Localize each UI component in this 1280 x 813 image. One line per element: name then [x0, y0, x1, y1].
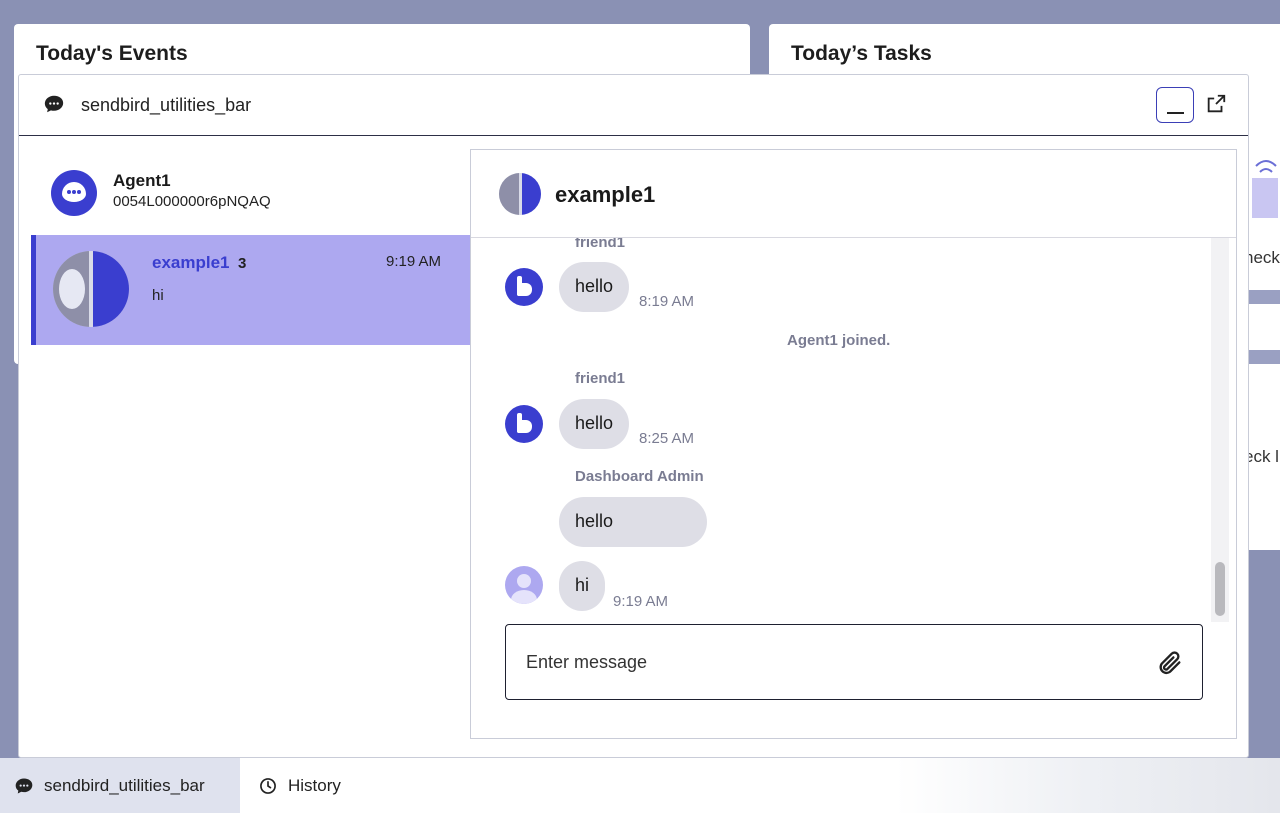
minimize-icon — [1167, 112, 1184, 114]
agent-profile: Agent1 0054L000000r6pNQAQ — [51, 167, 471, 227]
utility-tab-sendbird[interactable]: sendbird_utilities_bar — [0, 758, 240, 813]
scrollbar-thumb[interactable] — [1215, 562, 1225, 616]
utility-tab-label: sendbird_utilities_bar — [44, 775, 205, 795]
message-scrollbar[interactable] — [1211, 238, 1229, 622]
unread-count: 3 — [238, 255, 247, 272]
channel-name: example1 — [152, 253, 230, 272]
message-time: 8:19 AM — [639, 293, 695, 310]
sender-avatar — [505, 268, 543, 306]
message-bubble: hi — [559, 561, 606, 611]
agent-name: Agent1 — [113, 171, 171, 190]
chat-icon — [15, 778, 33, 793]
background-partial-text: eck l — [1244, 447, 1279, 466]
chat-bubble-icon — [62, 182, 86, 202]
sender-avatar — [505, 405, 543, 443]
popout-icon[interactable] — [1205, 93, 1227, 115]
events-card-title: Today's Events — [36, 42, 188, 65]
background-divider — [1248, 290, 1280, 304]
utility-tab-label: History — [288, 775, 341, 795]
message-input[interactable] — [526, 647, 1126, 677]
message-sender: friend1 — [575, 238, 626, 251]
message-sender: Dashboard Admin — [575, 468, 704, 485]
message-time: 9:19 AM — [613, 593, 669, 610]
agent-avatar — [51, 170, 97, 216]
message-input-box[interactable] — [505, 624, 1203, 700]
conversation-panel: example1 friend1 hello 8:19 AM Agent1 jo… — [470, 149, 1237, 739]
minimize-button[interactable] — [1156, 87, 1194, 123]
utility-tab-history[interactable]: History — [258, 758, 341, 813]
attach-icon[interactable] — [1156, 649, 1184, 677]
conversation-avatar — [499, 173, 541, 215]
conversation-title: example1 — [555, 182, 656, 207]
chat-icon — [44, 95, 64, 113]
panel-title: sendbird_utilities_bar — [81, 95, 252, 115]
conversation-header: example1 — [471, 150, 1236, 238]
tasks-card-title: Today’s Tasks — [791, 42, 932, 65]
message-time: 8:25 AM — [639, 430, 695, 447]
message-list: friend1 hello 8:19 AM Agent1 joined. fri… — [471, 238, 1221, 620]
message-bubble: hello — [559, 497, 707, 547]
background-divider — [1248, 350, 1280, 364]
message-bubble: hello — [559, 262, 630, 312]
background-partial-text: neck — [1244, 248, 1280, 267]
user-avatar — [505, 566, 543, 604]
system-message: Agent1 joined. — [787, 332, 891, 349]
message-bubble: hello — [559, 399, 630, 449]
channel-time: 9:19 AM — [386, 253, 442, 270]
utility-panel: sendbird_utilities_bar Agent1 0054L00000… — [18, 74, 1249, 758]
panel-header: sendbird_utilities_bar — [19, 75, 1248, 136]
utility-bar: sendbird_utilities_bar History — [0, 758, 1280, 813]
channel-last-message: hi — [152, 287, 164, 304]
clock-icon — [260, 777, 276, 794]
background-illustration — [1252, 160, 1278, 218]
message-sender: friend1 — [575, 370, 626, 387]
channel-avatar — [53, 251, 129, 327]
agent-id: 0054L000000r6pNQAQ — [113, 193, 271, 210]
channel-list-item[interactable]: example1 3 9:19 AM hi — [31, 235, 471, 345]
